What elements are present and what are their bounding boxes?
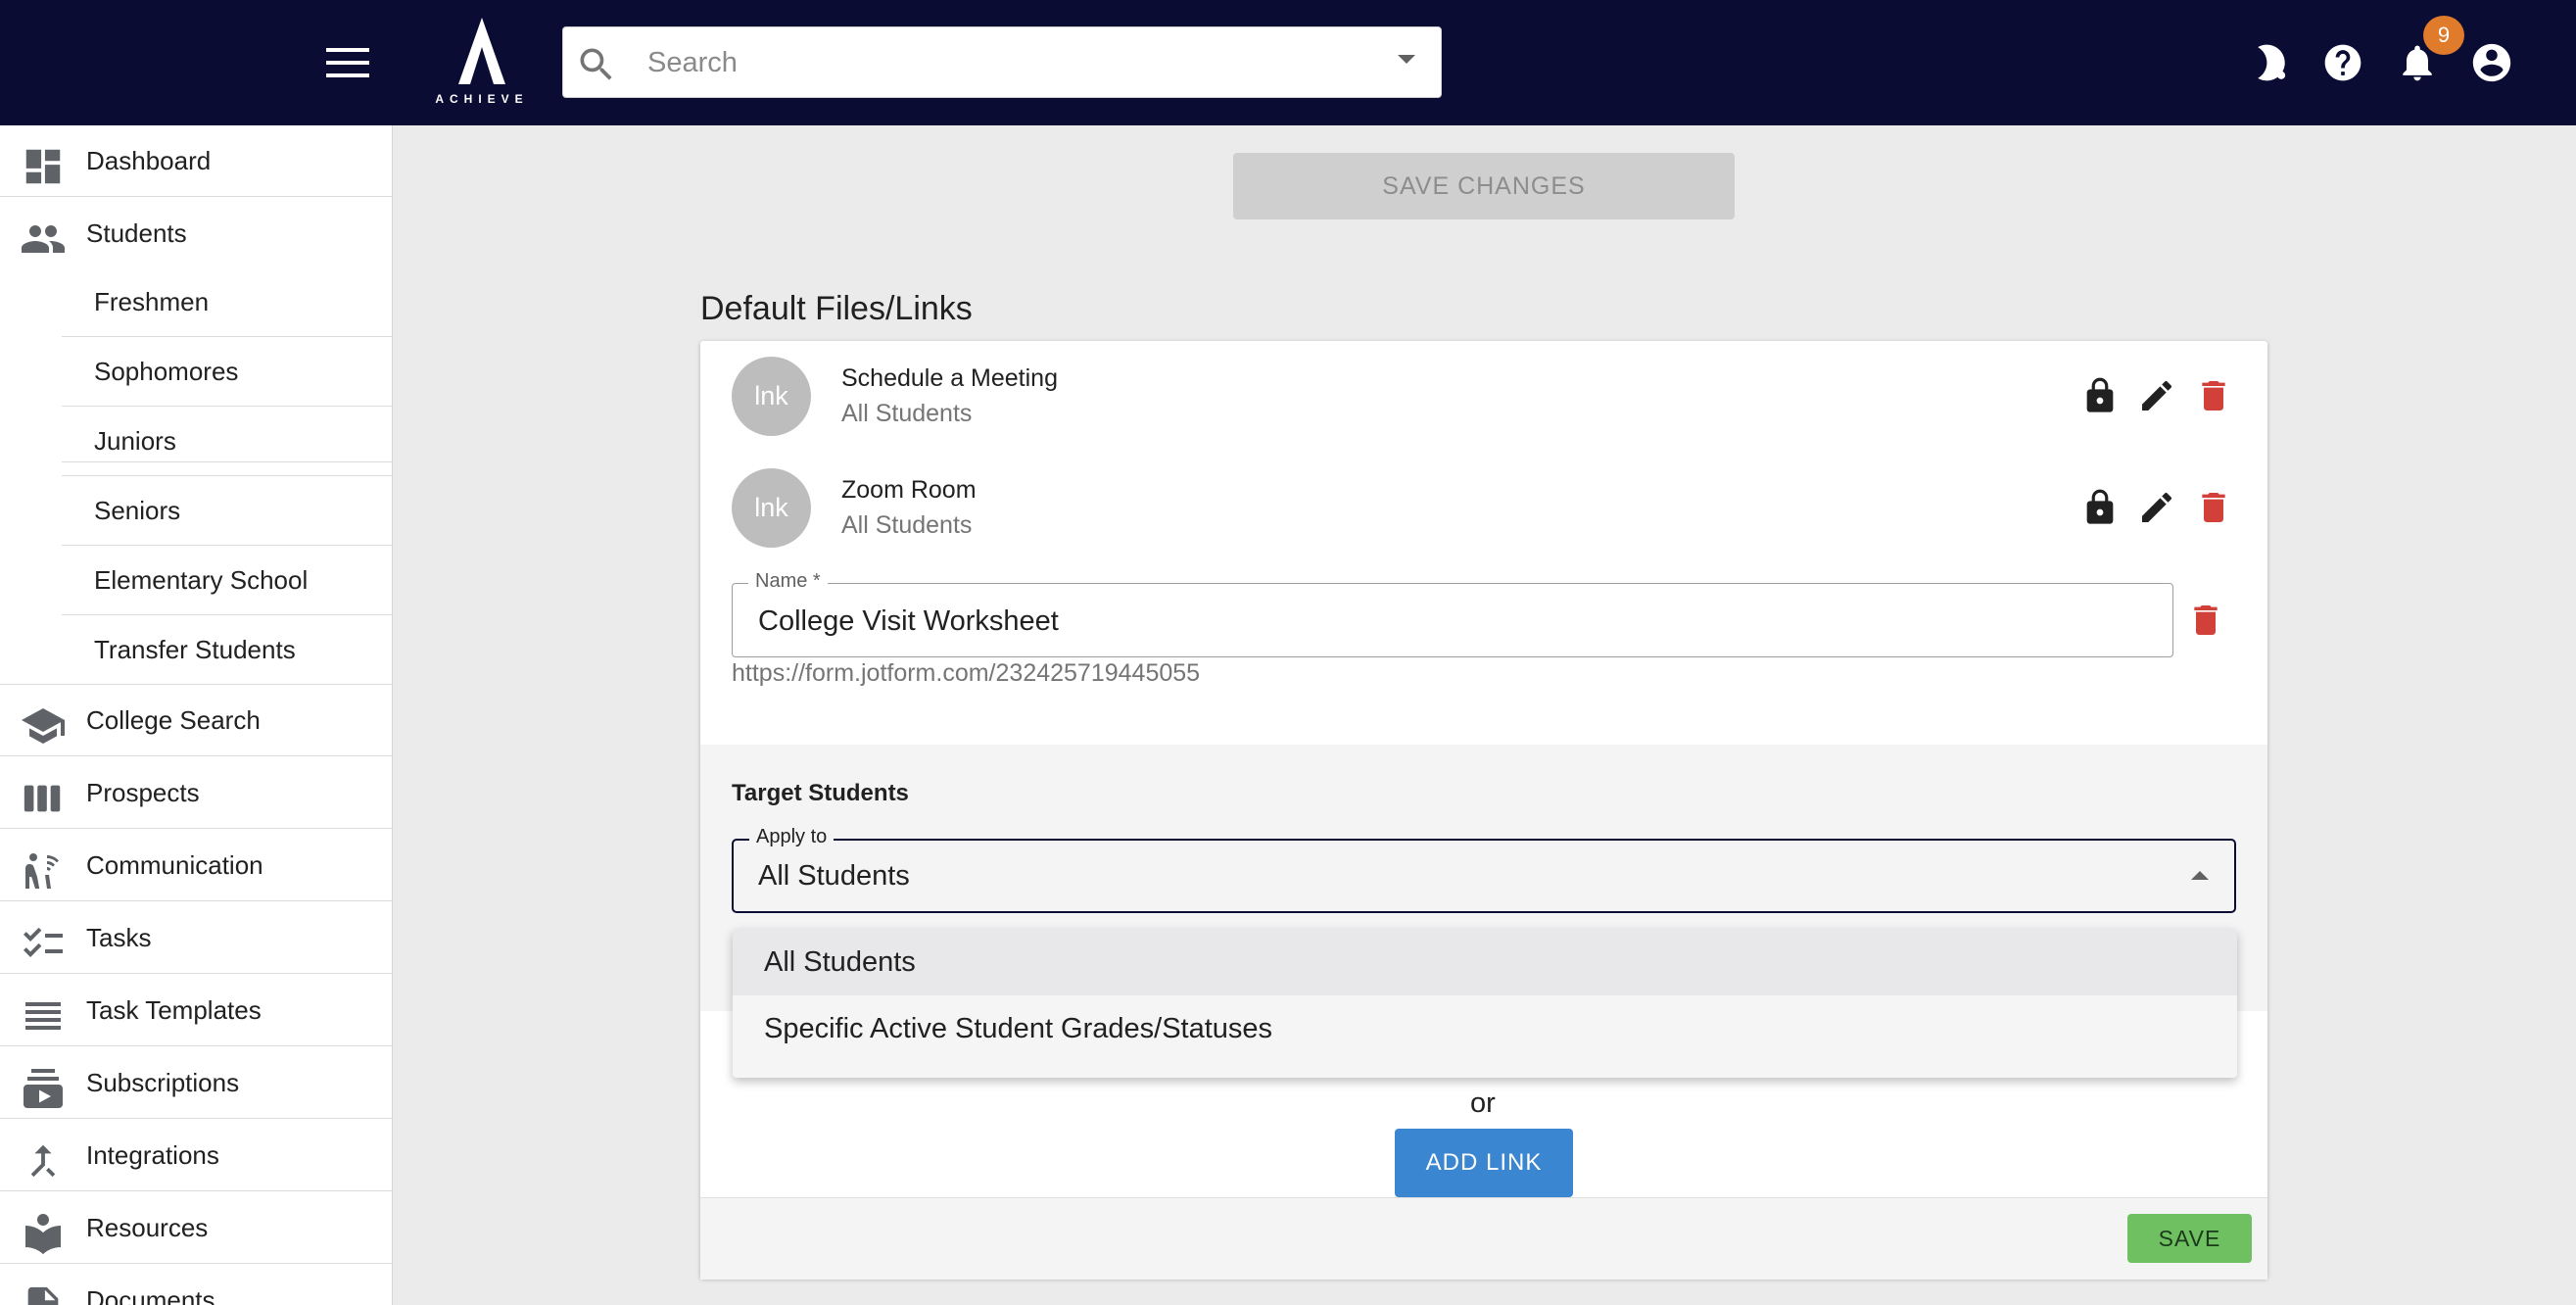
search-input[interactable]	[647, 41, 1333, 84]
sidebar-item-label: Documents	[86, 1284, 215, 1305]
link-title: Zoom Room	[841, 476, 977, 504]
list-icon	[20, 992, 67, 1039]
name-input[interactable]	[758, 602, 2129, 641]
search-bar[interactable]	[562, 26, 1442, 98]
top-app-bar: ACHIEVE 9	[0, 0, 2576, 125]
edit-pencil-icon[interactable]	[2133, 372, 2180, 419]
resources-icon	[20, 1210, 67, 1257]
sidebar-item-subscriptions[interactable]: Subscriptions	[0, 1047, 392, 1119]
sidebar-item-label: Task Templates	[86, 994, 262, 1025]
dropdown-option-label: All Students	[764, 945, 916, 978]
apply-to-select[interactable]: Apply to All Students	[732, 826, 2236, 913]
sidebar-item-documents[interactable]: Documents	[0, 1265, 392, 1305]
sidebar-subitem-seniors[interactable]: Seniors	[62, 477, 392, 546]
sidebar-item-resources[interactable]: Resources	[0, 1192, 392, 1264]
checklist-icon	[20, 920, 67, 967]
target-students-title: Target Students	[732, 780, 909, 806]
account-circle-icon[interactable]	[2468, 39, 2515, 86]
school-icon	[20, 702, 67, 749]
communication-icon	[20, 847, 67, 894]
link-item: lnk Zoom Room All Students	[732, 468, 2240, 556]
merge-icon	[20, 1137, 67, 1184]
sidebar-item-communication[interactable]: Communication	[0, 830, 392, 901]
sidebar-item-label: Tasks	[86, 922, 152, 952]
card-footer: SAVE	[700, 1197, 2267, 1280]
document-icon	[20, 1282, 67, 1305]
dropdown-option-specific-grades[interactable]: Specific Active Student Grades/Statuses	[733, 995, 2237, 1062]
apply-to-dropdown-menu: All Students Specific Active Student Gra…	[733, 929, 2237, 1078]
sidebar-subitem-elementary-school[interactable]: Elementary School	[62, 547, 392, 615]
dropdown-option-all-students[interactable]: All Students	[733, 929, 2237, 995]
lock-icon[interactable]	[2076, 484, 2123, 531]
sidebar-item-label: Dashboard	[86, 145, 212, 175]
lock-icon[interactable]	[2076, 372, 2123, 419]
save-changes-button[interactable]: SAVE CHANGES	[1233, 153, 1735, 219]
name-field[interactable]: Name *	[732, 570, 2173, 657]
sidebar-subitem-label: Transfer Students	[94, 635, 296, 664]
logo-text: ACHIEVE	[435, 92, 529, 106]
link-avatar: lnk	[732, 468, 811, 548]
link-avatar: lnk	[732, 357, 811, 436]
sidebar-item-task-templates[interactable]: Task Templates	[0, 975, 392, 1046]
sidebar-item-integrations[interactable]: Integrations	[0, 1120, 392, 1191]
sidebar-subitem-label: Freshmen	[94, 287, 210, 316]
sidebar-item-label: College Search	[86, 704, 261, 735]
view-week-icon	[20, 775, 67, 822]
sidebar-item-tasks[interactable]: Tasks	[0, 902, 392, 974]
hamburger-menu-icon[interactable]	[318, 33, 377, 92]
sidebar-subitem-label: Juniors	[94, 426, 176, 456]
add-link-button[interactable]: ADD LINK	[1395, 1129, 1573, 1197]
section-title: Default Files/Links	[700, 290, 973, 327]
notification-count-badge: 9	[2423, 16, 2464, 55]
sidebar-subitem-label: Elementary School	[94, 565, 309, 595]
sidebar-item-label: Resources	[86, 1212, 209, 1242]
delete-trash-icon[interactable]	[2182, 597, 2229, 644]
sidebar-item-prospects[interactable]: Prospects	[0, 757, 392, 829]
link-subtitle: All Students	[841, 400, 973, 427]
sidebar-subitem-sophomores[interactable]: Sophomores	[62, 338, 392, 407]
chevron-down-icon[interactable]	[1396, 53, 1417, 67]
save-button[interactable]: SAVE	[2127, 1214, 2252, 1263]
sidebar-item-label: Subscriptions	[86, 1067, 240, 1097]
sidebar-item-label: Students	[86, 218, 187, 248]
sidebar-subitem-freshmen[interactable]: Freshmen	[62, 268, 392, 337]
sidebar-item-dashboard[interactable]: Dashboard	[0, 125, 392, 197]
sidebar-subitem-transfer-students[interactable]: Transfer Students	[0, 616, 392, 685]
people-icon	[20, 216, 67, 263]
edit-pencil-icon[interactable]	[2133, 484, 2180, 531]
delete-trash-icon[interactable]	[2190, 484, 2237, 531]
sidebar-item-students[interactable]: Students	[0, 198, 392, 269]
sidebar-subitem-label: Seniors	[94, 496, 181, 525]
default-files-links-card: lnk Schedule a Meeting All Students lnk …	[700, 341, 2267, 1280]
dropdown-option-label: Specific Active Student Grades/Statuses	[764, 1012, 1273, 1044]
sidebar-item-label: Integrations	[86, 1139, 219, 1170]
or-separator: or	[1470, 1088, 1496, 1119]
sidebar-subitem-juniors[interactable]: Juniors	[62, 408, 392, 476]
link-url: https://form.jotform.com/232425719445055	[732, 659, 1201, 687]
name-field-label: Name *	[748, 570, 828, 593]
achieve-logo[interactable]: ACHIEVE	[435, 18, 529, 108]
delete-trash-icon[interactable]	[2190, 372, 2237, 419]
sidebar-item-label: Prospects	[86, 777, 200, 807]
sidebar-item-label: Communication	[86, 849, 263, 880]
link-subtitle: All Students	[841, 511, 973, 539]
dashboard-icon	[20, 143, 67, 190]
chevron-up-icon	[2189, 868, 2211, 882]
link-item: lnk Schedule a Meeting All Students	[732, 357, 2240, 445]
help-icon[interactable]	[2319, 39, 2366, 86]
apply-to-label: Apply to	[749, 826, 835, 848]
subscriptions-icon	[20, 1065, 67, 1112]
dark-mode-icon[interactable]	[2248, 39, 2295, 86]
sidebar-item-college-search[interactable]: College Search	[0, 685, 392, 756]
search-icon	[575, 43, 618, 86]
apply-to-value: All Students	[758, 860, 910, 892]
link-title: Schedule a Meeting	[841, 364, 1058, 392]
sidebar-subitem-label: Sophomores	[94, 357, 239, 386]
